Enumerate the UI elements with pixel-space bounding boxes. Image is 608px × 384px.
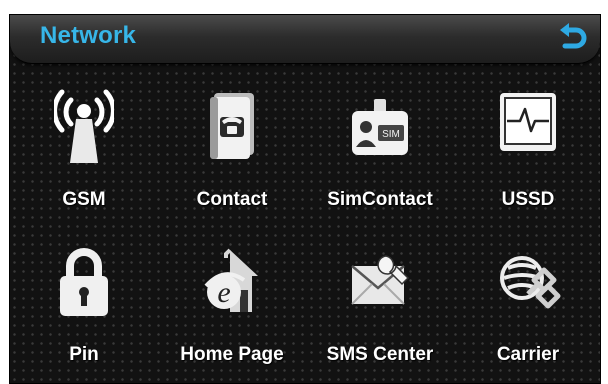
tile-gsm[interactable]: GSM: [10, 73, 158, 213]
tile-label: Contact: [196, 189, 268, 210]
tile-ussd[interactable]: USSD: [454, 73, 600, 213]
svg-text:SIM: SIM: [382, 129, 400, 140]
tile-label: Carrier: [496, 344, 560, 365]
antenna-signal-icon: [54, 89, 114, 163]
phone-book-icon: [210, 93, 254, 159]
tile-contact[interactable]: Contact: [158, 73, 306, 213]
tile-label: Home Page: [180, 344, 284, 365]
page-title: Network: [40, 22, 137, 49]
sim-card-contact-icon: SIM: [352, 99, 408, 155]
tile-label: Pin: [69, 344, 99, 365]
carrier-knot-icon: [500, 256, 561, 309]
back-button[interactable]: [554, 21, 590, 57]
monitor-pulse-icon: [500, 93, 556, 151]
network-screen: Network GSM Contact SIM SimContact USSD …: [9, 14, 601, 384]
tile-pin[interactable]: Pin: [10, 228, 158, 368]
title-bar: Network: [10, 15, 600, 64]
tile-carrier[interactable]: Carrier: [454, 228, 600, 368]
menu-grid: GSM Contact SIM SimContact USSD Pin e Ho…: [10, 73, 600, 383]
tile-label: SMS Center: [326, 344, 434, 365]
back-arrow-icon: [560, 23, 587, 49]
tile-label: GSM: [62, 189, 106, 210]
browser-home-icon: e: [204, 248, 258, 312]
tile-label: SimContact: [327, 189, 433, 210]
padlock-icon: [60, 248, 108, 316]
svg-text:e: e: [217, 276, 230, 309]
tile-sms-center[interactable]: SMS Center: [306, 228, 454, 368]
tile-label: USSD: [501, 189, 555, 210]
envelope-wrench-icon: [351, 255, 410, 305]
tile-home-page[interactable]: e Home Page: [158, 228, 306, 368]
tile-simcontact[interactable]: SIM SimContact: [306, 73, 454, 213]
